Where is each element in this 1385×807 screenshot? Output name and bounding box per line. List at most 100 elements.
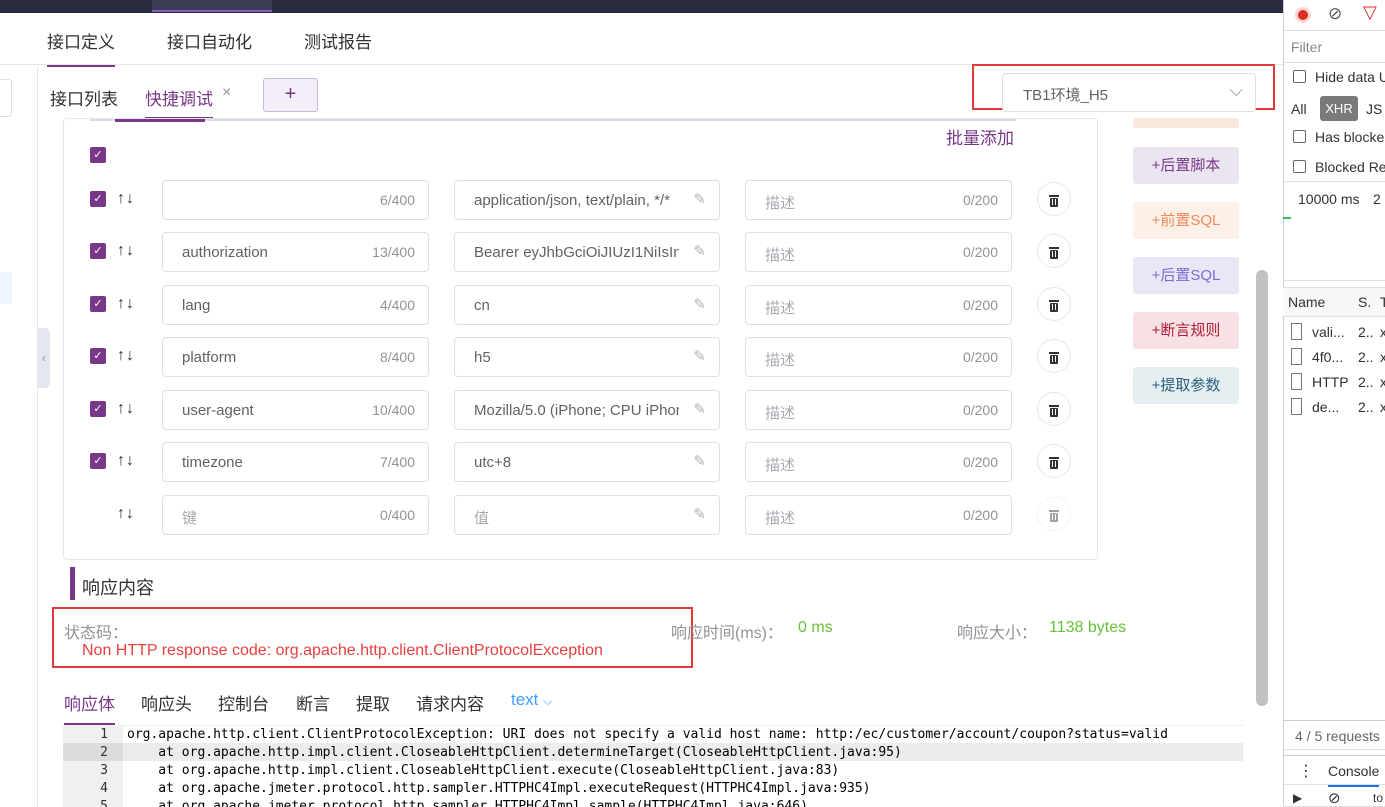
tab-assertion[interactable]: 断言 — [296, 690, 330, 715]
env-select[interactable]: TB1环境_H5 ⌵ — [1002, 73, 1256, 112]
collapse-handle-icon[interactable]: ‹ — [38, 328, 50, 388]
add-assertion-button[interactable]: +断言规则 — [1133, 312, 1239, 349]
delete-row-button[interactable] — [1037, 339, 1071, 373]
request-row[interactable]: de... 2.. x — [1283, 395, 1385, 420]
edit-icon[interactable]: ✎ — [693, 190, 706, 208]
tab-request-content[interactable]: 请求内容 — [416, 690, 484, 715]
desc-input[interactable]: 描述 0/200 — [745, 495, 1012, 535]
edit-icon[interactable]: ✎ — [693, 400, 706, 418]
desc-input[interactable]: 描述 0/200 — [745, 232, 1012, 272]
edit-icon[interactable]: ✎ — [693, 295, 706, 313]
add-pre-sql-button[interactable]: +前置SQL — [1133, 202, 1239, 239]
desc-input[interactable]: 描述 0/200 — [745, 442, 1012, 482]
row-checkbox[interactable]: ✓ — [90, 296, 106, 312]
select-all-checkbox[interactable]: ✓ — [90, 147, 106, 163]
row-checkbox[interactable]: ✓ — [90, 243, 106, 259]
value-input[interactable]: h5 ✎ — [454, 337, 720, 377]
value-input[interactable]: application/json, text/plain, */* ✎ — [454, 180, 720, 220]
request-row[interactable]: 4f0... 2.. x — [1283, 345, 1385, 370]
add-post-script-button[interactable]: +后置脚本 — [1133, 147, 1239, 184]
tab-console[interactable]: 控制台 — [218, 690, 269, 715]
key-input[interactable]: authorization 13/400 — [162, 232, 429, 272]
tab-api-definition[interactable]: 接口定义 — [47, 28, 115, 67]
row-checkbox[interactable]: ✓ — [90, 348, 106, 364]
row-checkbox[interactable]: ✓ — [90, 453, 106, 469]
sort-arrows-icon[interactable]: ↑↓ — [117, 400, 135, 418]
edit-icon[interactable]: ✎ — [693, 242, 706, 260]
tab-response-body[interactable]: 响应体 — [64, 690, 115, 725]
edit-icon[interactable]: ✎ — [693, 505, 706, 523]
sidebar-icon[interactable]: ▶ — [1293, 791, 1302, 805]
col-status[interactable]: S. — [1358, 294, 1371, 310]
delete-row-button[interactable] — [1037, 444, 1071, 478]
key-input[interactable]: platform 8/400 — [162, 337, 429, 377]
request-row[interactable]: HTTP 2.. x — [1283, 370, 1385, 395]
format-select[interactable]: text ⌵ — [511, 690, 552, 710]
more-icon[interactable]: ⋮ — [1298, 761, 1314, 781]
sort-arrows-icon[interactable]: ↑↓ — [117, 347, 135, 365]
clear-icon[interactable]: ⊘ — [1328, 4, 1342, 24]
value-input[interactable]: Bearer eyJhbGciOiJIUzI1NiIsInR5cCI6IkpXV… — [454, 232, 720, 272]
key-input[interactable]: 键 0/400 — [162, 495, 429, 535]
desc-input[interactable]: 描述 0/200 — [745, 390, 1012, 430]
hide-data-checkbox[interactable] — [1293, 70, 1306, 83]
row-checkbox[interactable]: ✓ — [90, 401, 106, 417]
key-input[interactable]: user-agent 10/400 — [162, 390, 429, 430]
has-blocked-checkbox[interactable] — [1293, 130, 1306, 143]
delete-row-button[interactable] — [1037, 392, 1071, 426]
close-tab-icon[interactable]: × — [222, 84, 231, 102]
left-panel-selected-item[interactable] — [0, 272, 12, 304]
key-input[interactable]: timezone 7/400 — [162, 442, 429, 482]
type-xhr[interactable]: XHR — [1320, 96, 1358, 121]
add-post-sql-button[interactable]: +后置SQL — [1133, 257, 1239, 294]
key-count: 0/400 — [379, 507, 415, 523]
delete-row-button[interactable] — [1037, 182, 1071, 216]
add-extract-button[interactable]: +提取参数 — [1133, 367, 1239, 404]
key-input[interactable]: 6/400 — [162, 180, 429, 220]
value-input[interactable]: utc+8 ✎ — [454, 442, 720, 482]
batch-add-link[interactable]: 批量添加 — [946, 124, 1014, 149]
top-bar-active-item[interactable] — [152, 0, 272, 12]
filter-icon[interactable]: ▽ — [1363, 2, 1377, 23]
sort-arrows-icon[interactable]: ↑↓ — [117, 452, 135, 470]
desc-input[interactable]: 描述 0/200 — [745, 337, 1012, 377]
delete-row-button[interactable] — [1037, 234, 1071, 268]
desc-input[interactable]: 描述 0/200 — [745, 180, 1012, 220]
tab-response-headers[interactable]: 响应头 — [141, 690, 192, 715]
tab-test-report[interactable]: 测试报告 — [304, 28, 372, 53]
filter-input[interactable]: Filter — [1291, 39, 1322, 55]
main-scrollbar[interactable] — [1256, 270, 1268, 706]
row-checkbox[interactable]: ✓ — [90, 191, 106, 207]
sort-arrows-icon[interactable]: ↑↓ — [117, 190, 135, 208]
tab-console-devtools[interactable]: Console — [1328, 763, 1380, 787]
value-input[interactable]: cn ✎ — [454, 285, 720, 325]
col-name[interactable]: Name — [1288, 294, 1325, 310]
desc-input[interactable]: 描述 0/200 — [745, 285, 1012, 325]
delete-row-button[interactable] — [1037, 287, 1071, 321]
type-all[interactable]: All — [1291, 101, 1307, 117]
sort-arrows-icon[interactable]: ↑↓ — [117, 505, 135, 523]
delete-row-button[interactable] — [1037, 497, 1071, 531]
type-js[interactable]: JS — [1366, 101, 1382, 117]
value-input[interactable]: Mozilla/5.0 (iPhone; CPU iPhone OS 13_2_… — [454, 390, 720, 430]
key-input[interactable]: lang 4/400 — [162, 285, 429, 325]
side-button-partial[interactable] — [1133, 118, 1239, 128]
blocked-requests-checkbox[interactable] — [1293, 160, 1306, 173]
sort-arrows-icon[interactable]: ↑↓ — [117, 295, 135, 313]
add-tab-button[interactable]: + — [263, 78, 318, 112]
key-count: 13/400 — [372, 244, 415, 260]
subtab-api-list[interactable]: 接口列表 — [50, 85, 118, 110]
tab-extract[interactable]: 提取 — [356, 690, 390, 715]
edit-icon[interactable]: ✎ — [693, 347, 706, 365]
value-input[interactable]: 值 ✎ — [454, 495, 720, 535]
request-row[interactable]: vali... 2.. x — [1283, 320, 1385, 345]
sort-arrows-icon[interactable]: ↑↓ — [117, 242, 135, 260]
edit-icon[interactable]: ✎ — [693, 452, 706, 470]
context-select[interactable]: to — [1373, 791, 1383, 805]
subtab-quick-debug[interactable]: 快捷调试 — [145, 85, 213, 119]
left-panel-input[interactable] — [0, 79, 12, 117]
clear-console-icon[interactable]: ⊘ — [1328, 789, 1341, 807]
record-icon[interactable] — [1295, 7, 1311, 23]
col-type[interactable]: T — [1380, 294, 1385, 310]
tab-api-automation[interactable]: 接口自动化 — [167, 28, 252, 53]
